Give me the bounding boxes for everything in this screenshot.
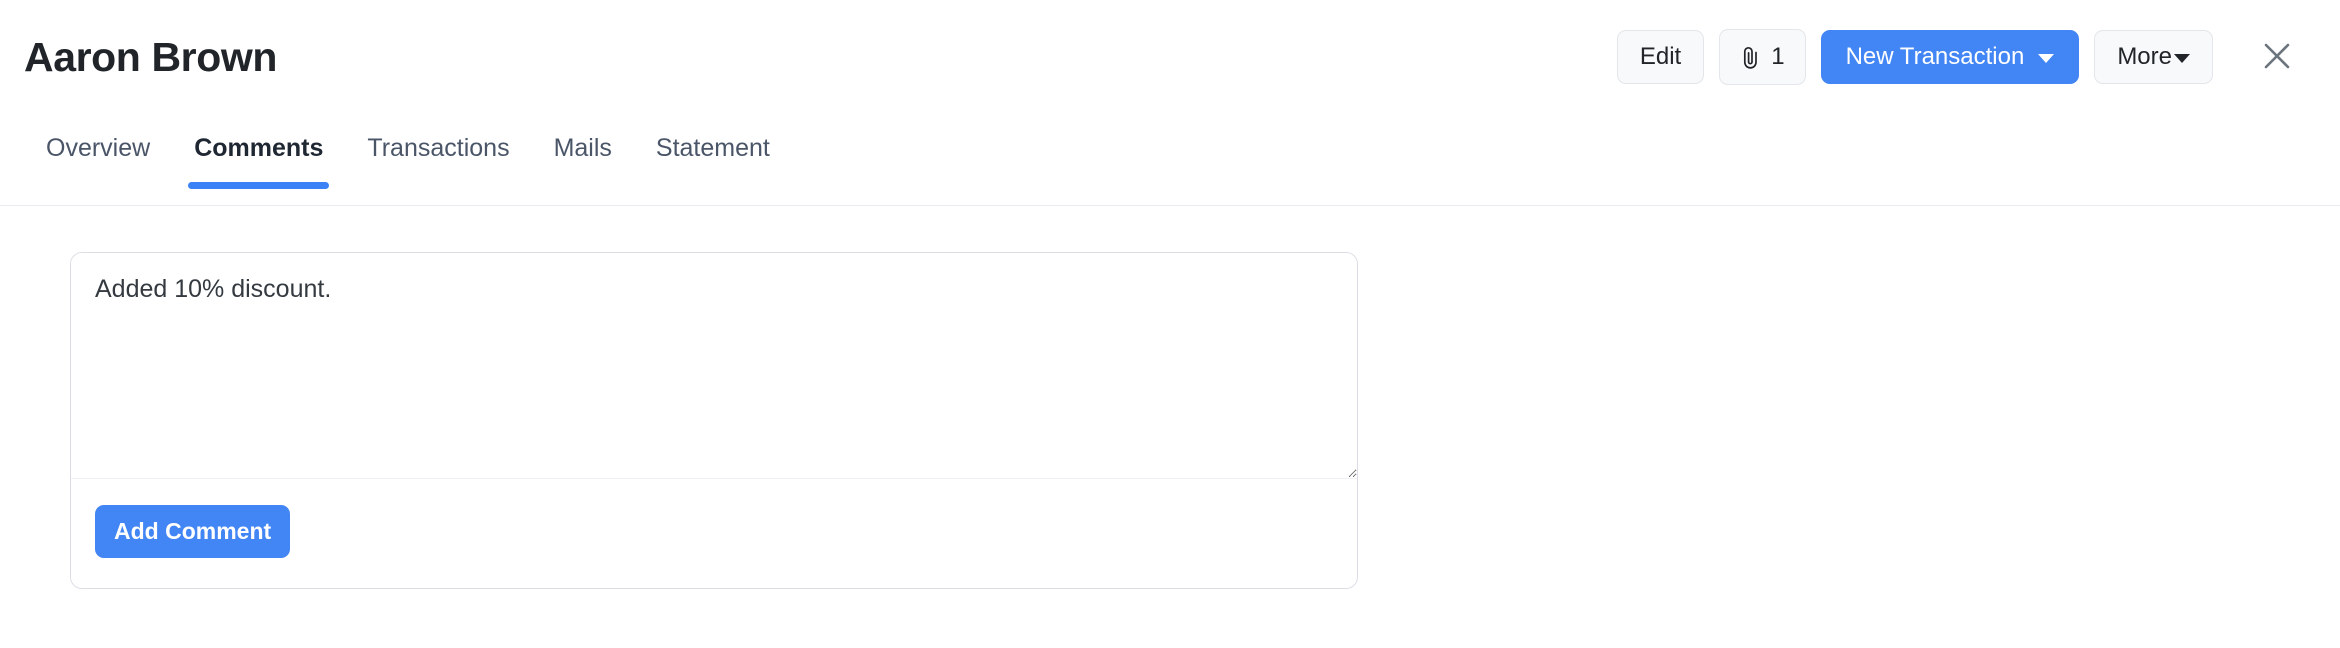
attachment-count: 1 bbox=[1771, 43, 1785, 70]
tab-label: Overview bbox=[46, 134, 151, 162]
page-title: Aaron Brown bbox=[24, 33, 277, 80]
edit-button[interactable]: Edit bbox=[1616, 30, 1705, 84]
add-comment-label: Add Comment bbox=[114, 518, 272, 544]
comment-composer-card: Add Comment bbox=[70, 252, 1358, 589]
new-transaction-label: New Transaction bbox=[1845, 43, 2025, 70]
tab-label: Mails bbox=[553, 134, 612, 162]
attachments-button[interactable]: 1 bbox=[1719, 29, 1806, 85]
panel-header: Aaron Brown Edit 1 New Transaction More bbox=[0, 0, 2340, 114]
paperclip-icon bbox=[1740, 45, 1762, 71]
chevron-down-icon bbox=[2174, 53, 2190, 63]
tab-label: Statement bbox=[655, 134, 770, 162]
tab-label: Transactions bbox=[367, 134, 510, 162]
header-actions: Edit 1 New Transaction More bbox=[1616, 29, 2300, 85]
tab-overview[interactable]: Overview bbox=[24, 114, 172, 187]
chevron-down-icon bbox=[2038, 53, 2055, 63]
tab-comments[interactable]: Comments bbox=[172, 114, 345, 189]
comment-input[interactable] bbox=[71, 253, 1357, 479]
tab-statement[interactable]: Statement bbox=[634, 114, 792, 187]
more-button-label: More bbox=[2117, 43, 2172, 70]
close-icon bbox=[2262, 41, 2292, 74]
close-button[interactable] bbox=[2254, 34, 2300, 80]
tab-mails[interactable]: Mails bbox=[532, 114, 634, 187]
comment-composer-footer: Add Comment bbox=[71, 479, 1357, 588]
tab-bar: Overview Comments Transactions Mails Sta… bbox=[0, 114, 2340, 206]
more-button[interactable]: More bbox=[2094, 30, 2213, 84]
edit-button-label: Edit bbox=[1639, 43, 1682, 70]
new-transaction-button[interactable]: New Transaction bbox=[1820, 30, 2080, 84]
tab-panel-comments: Add Comment bbox=[0, 206, 2340, 589]
tab-label: Comments bbox=[194, 134, 324, 162]
customer-detail-panel: Aaron Brown Edit 1 New Transaction More bbox=[0, 0, 2340, 648]
tab-transactions[interactable]: Transactions bbox=[345, 114, 531, 187]
add-comment-button[interactable]: Add Comment bbox=[95, 505, 291, 558]
